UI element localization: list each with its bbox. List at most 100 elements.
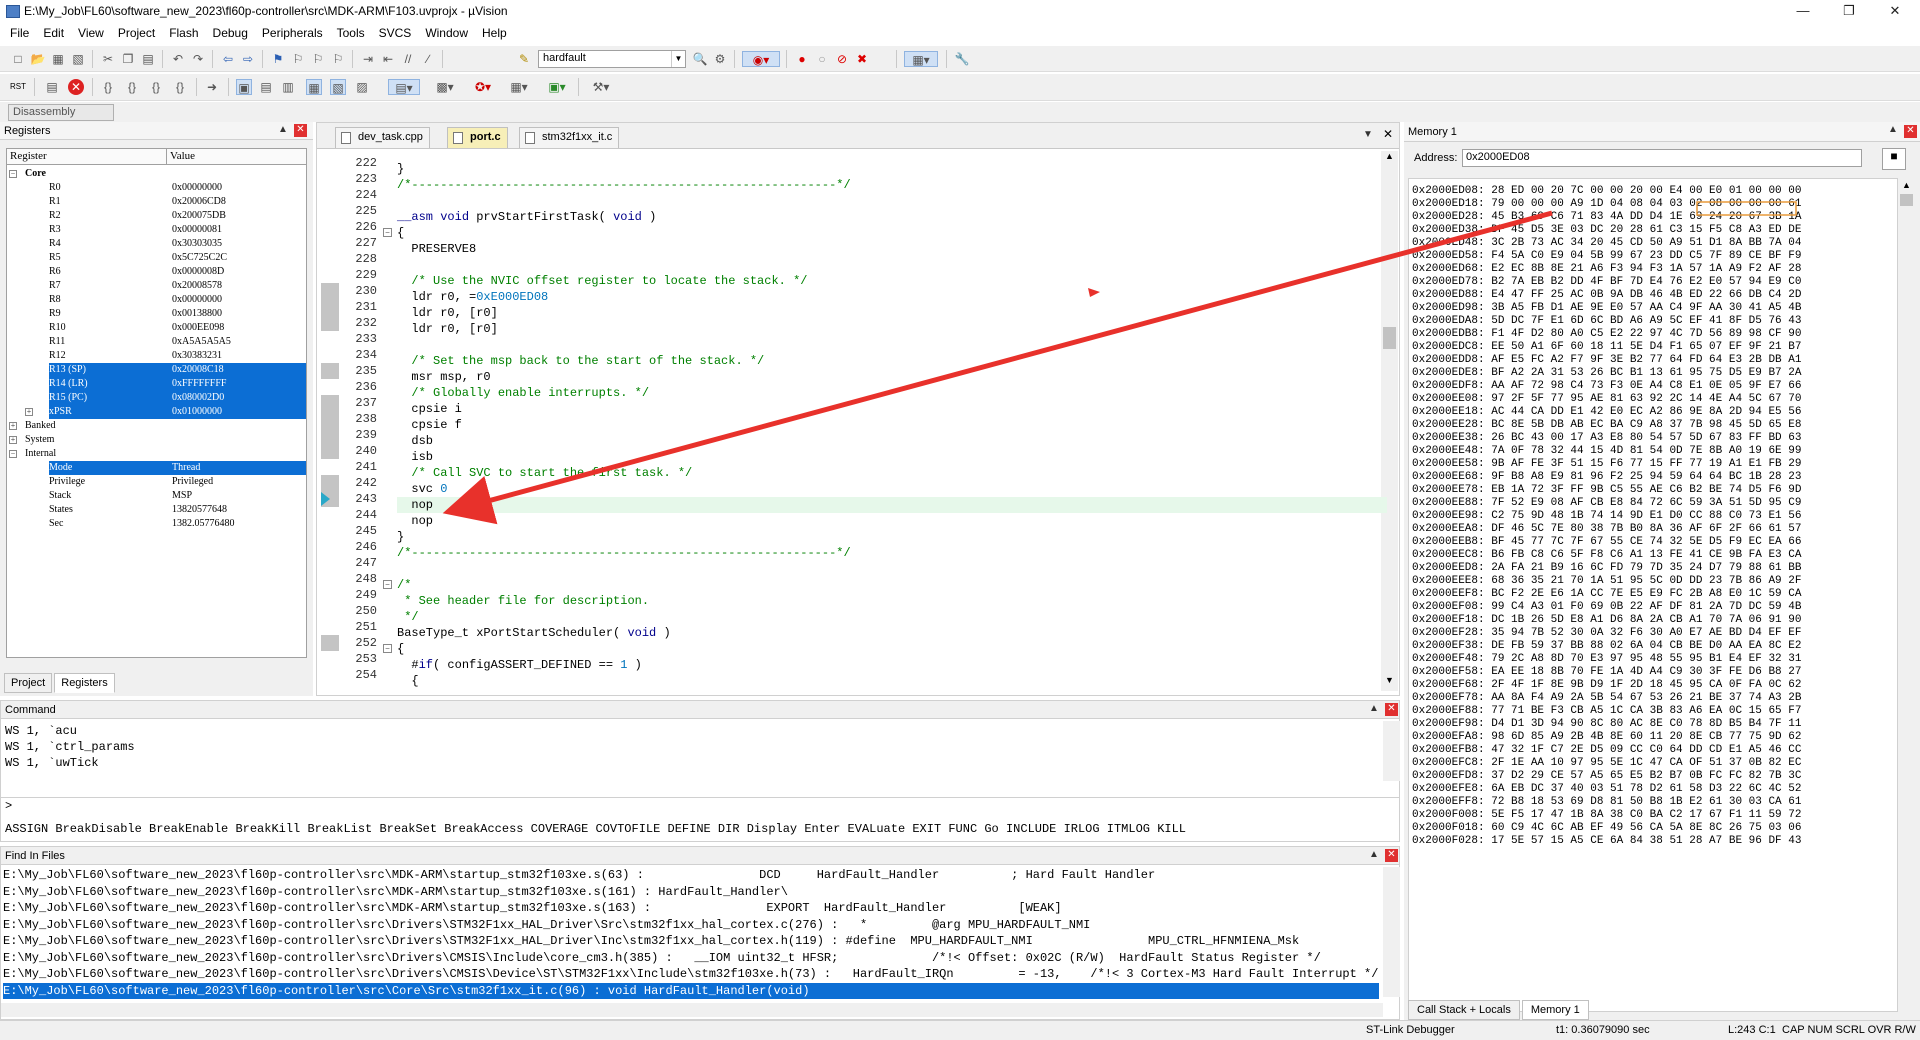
register-row[interactable]: Stack MSP — [7, 489, 306, 503]
minimize-button[interactable]: — — [1780, 0, 1826, 22]
register-value[interactable]: 1382.05776480 — [172, 517, 235, 531]
register-value[interactable]: 0x00000000 — [172, 181, 222, 195]
next-bookmark-icon[interactable]: ⚐ — [310, 51, 326, 67]
register-row[interactable]: + System — [7, 433, 306, 447]
menu-edit[interactable]: Edit — [37, 24, 72, 44]
code-line[interactable]: __asm void prvStartFirstTask( void ) — [397, 209, 1387, 225]
navigate-forward-icon[interactable]: ⇨ — [240, 51, 256, 67]
register-value[interactable]: 0x20008C18 — [172, 363, 224, 377]
navigate-back-icon[interactable]: ⇦ — [220, 51, 236, 67]
pin-icon[interactable]: ▲ — [278, 124, 288, 135]
menu-debug[interactable]: Debug — [207, 24, 256, 44]
register-row[interactable]: R8 0x00000000 — [7, 293, 306, 307]
register-value[interactable]: 0x00000081 — [172, 223, 222, 237]
disassembly-window-icon[interactable]: ▤ — [258, 79, 274, 95]
breakpoint-kill-all-icon[interactable]: ✖ — [854, 51, 870, 67]
code-line[interactable]: nop — [397, 513, 1387, 529]
debug-session-icon[interactable]: ◉▾ — [742, 51, 780, 67]
step-into-icon[interactable]: {} — [100, 79, 116, 95]
code-line[interactable]: ldr r0, [r0] — [397, 321, 1387, 337]
find-result-row[interactable]: E:\My_Job\FL60\software_new_2023\fl60p-c… — [3, 933, 1379, 949]
register-row[interactable]: R10 0x000EE098 — [7, 321, 306, 335]
trace-window-icon[interactable]: ▦▾ — [506, 79, 532, 95]
tab-dev-task-cpp[interactable]: dev_task.cpp — [335, 127, 430, 148]
close-tab-icon[interactable]: ✕ — [1383, 127, 1393, 141]
find-in-files-icon[interactable]: ✎ — [516, 51, 532, 67]
register-value[interactable]: 0x5C725C2C — [172, 251, 227, 265]
code-line[interactable]: { — [397, 641, 1387, 657]
code-line[interactable]: cpsie f — [397, 417, 1387, 433]
register-value[interactable]: 0xA5A5A5A5 — [172, 335, 231, 349]
code-line[interactable]: /* Call SVC to start the first task. */ — [397, 465, 1387, 481]
code-line[interactable]: msr msp, r0 — [397, 369, 1387, 385]
breakpoint-disable-all-icon[interactable]: ⊘ — [834, 51, 850, 67]
code-line[interactable]: ldr r0, =0xE000ED08 — [397, 289, 1387, 305]
fold-toggle-icon[interactable]: − — [383, 644, 392, 653]
memory-row[interactable]: 0x2000F028: 17 5E 57 15 A5 CE 6A 84 38 5… — [1412, 833, 1801, 849]
system-viewer-icon[interactable]: ▣▾ — [544, 79, 570, 95]
serial-window-icon[interactable]: ▩▾ — [432, 79, 458, 95]
close-window-button[interactable]: ✕ — [1872, 0, 1918, 22]
menu-peripherals[interactable]: Peripherals — [256, 24, 331, 44]
code-line[interactable] — [397, 337, 1387, 353]
breakpoint-insert-icon[interactable]: ● — [794, 51, 810, 67]
find-results-hscrollbar[interactable] — [1, 1003, 1383, 1017]
code-line[interactable] — [397, 257, 1387, 273]
register-value[interactable]: 0x000EE098 — [172, 321, 224, 335]
find-result-row[interactable]: E:\My_Job\FL60\software_new_2023\fl60p-c… — [3, 966, 1379, 982]
menu-flash[interactable]: Flash — [163, 24, 206, 44]
analysis-window-icon[interactable]: ✪▾ — [470, 79, 496, 95]
register-row[interactable]: R11 0xA5A5A5A5 — [7, 335, 306, 349]
close-icon[interactable]: ✕ — [294, 124, 307, 137]
register-value[interactable]: Thread — [172, 461, 200, 475]
command-input[interactable]: > — [1, 797, 1399, 815]
watch-window-icon[interactable]: ▨ — [354, 79, 370, 95]
register-value[interactable]: 0x20006CD8 — [172, 195, 226, 209]
lock-icon[interactable]: ■ — [1882, 148, 1906, 170]
breakpoint-margin-marker[interactable] — [321, 283, 339, 299]
stop-icon[interactable]: ✕ — [68, 79, 84, 95]
paste-icon[interactable]: ▤ — [140, 51, 156, 67]
register-value[interactable]: 0x30303035 — [172, 237, 222, 251]
code-line[interactable]: } — [397, 161, 1387, 177]
code-line[interactable]: /* Globally enable interrupts. */ — [397, 385, 1387, 401]
menu-view[interactable]: View — [72, 24, 112, 44]
find-result-row[interactable]: E:\My_Job\FL60\software_new_2023\fl60p-c… — [3, 982, 1379, 999]
memory-scrollbar[interactable]: ▲ — [1898, 178, 1915, 1012]
code-line[interactable]: PRESERVE8 — [397, 241, 1387, 257]
find-combo-input[interactable]: hardfault ▼ — [538, 50, 686, 68]
breakpoint-margin-marker[interactable] — [321, 475, 339, 491]
step-out-icon[interactable]: {} — [148, 79, 164, 95]
register-row[interactable]: Mode Thread — [7, 461, 306, 475]
expand-icon[interactable]: + — [25, 408, 33, 416]
register-row[interactable]: Privilege Privileged — [7, 475, 306, 489]
step-over-icon[interactable]: {} — [124, 79, 140, 95]
find-result-row[interactable]: E:\My_Job\FL60\software_new_2023\fl60p-c… — [3, 867, 1379, 883]
comment-icon[interactable]: // — [400, 51, 416, 67]
register-value[interactable]: 0xFFFFFFFF — [172, 377, 227, 391]
code-line[interactable]: ldr r0, [r0] — [397, 305, 1387, 321]
code-line[interactable]: nop — [397, 497, 1387, 513]
new-file-icon[interactable]: □ — [10, 51, 26, 67]
code-line[interactable]: { — [397, 673, 1387, 689]
find-icon[interactable]: 🔍 — [692, 51, 708, 67]
breakpoint-margin-marker[interactable] — [321, 427, 339, 443]
value-column-header[interactable]: Value — [167, 149, 198, 164]
register-row[interactable]: R5 0x5C725C2C — [7, 251, 306, 265]
code-line[interactable]: /* — [397, 577, 1387, 593]
code-line[interactable]: } — [397, 529, 1387, 545]
find-result-row[interactable]: E:\My_Job\FL60\software_new_2023\fl60p-c… — [3, 950, 1379, 966]
registers-window-icon[interactable]: ▦ — [306, 79, 322, 95]
show-next-statement-icon[interactable]: ➜ — [204, 79, 220, 95]
fold-toggle-icon[interactable]: − — [383, 580, 392, 589]
close-icon[interactable]: ✕ — [1385, 703, 1398, 716]
register-row[interactable]: R12 0x30383231 — [7, 349, 306, 363]
register-value[interactable]: 13820577648 — [172, 503, 227, 517]
register-row[interactable]: R4 0x30303035 — [7, 237, 306, 251]
chevron-up-icon[interactable]: ▲ — [1385, 151, 1394, 161]
code-line[interactable]: svc 0 — [397, 481, 1387, 497]
run-icon[interactable]: ▤ — [44, 79, 60, 95]
register-row[interactable]: R14 (LR) 0xFFFFFFFF — [7, 377, 306, 391]
scroll-thumb[interactable] — [1900, 194, 1913, 206]
tab-project[interactable]: Project — [4, 673, 53, 693]
